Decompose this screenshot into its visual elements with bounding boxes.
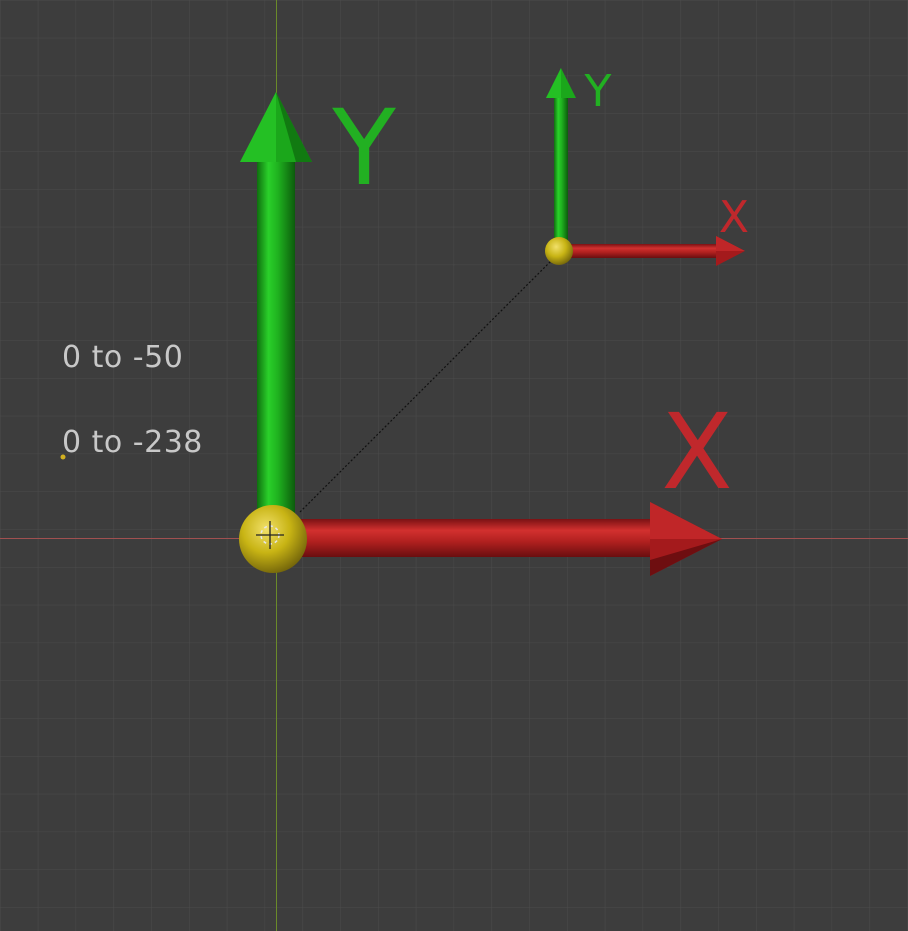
small-x-label: X	[719, 192, 749, 243]
large-y-label: Y	[331, 87, 396, 209]
viewport-grid	[0, 0, 908, 931]
info-text-line-2: 0 to -238	[62, 425, 203, 460]
small-y-label: Y	[584, 66, 612, 117]
info-text-line-1: 0 to -50	[62, 340, 184, 375]
origin-sphere-icon[interactable]	[545, 237, 573, 265]
3d-viewport[interactable]: Y X Y X	[0, 0, 908, 931]
origin-sphere-icon[interactable]	[239, 505, 307, 573]
large-x-label: X	[661, 391, 732, 513]
